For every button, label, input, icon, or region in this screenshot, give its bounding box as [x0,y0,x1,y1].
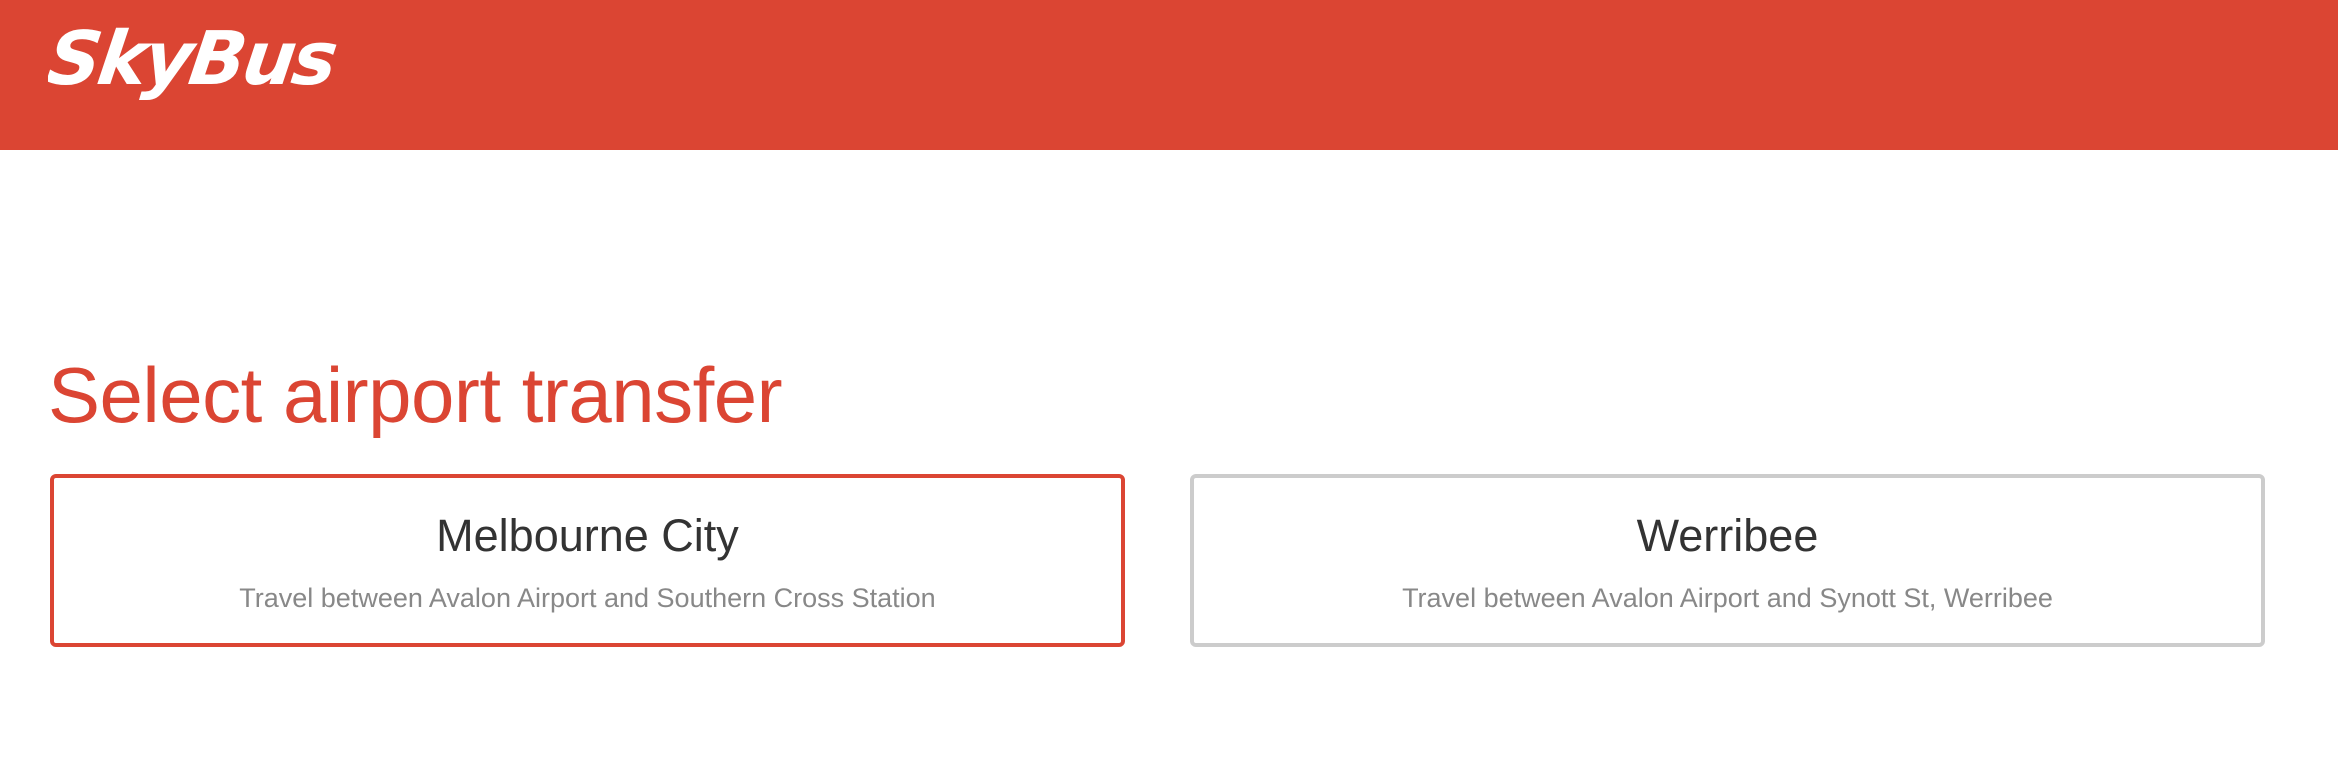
route-description: Travel between Avalon Airport and Synott… [1402,583,2053,613]
route-name: Werribee [1636,510,1819,561]
route-name: Melbourne City [436,510,739,561]
page-title: Select airport transfer [48,351,783,439]
route-option-werribee[interactable]: Werribee Travel between Avalon Airport a… [1190,474,2265,647]
skybus-logo[interactable]: SkyBus [48,18,438,110]
svg-text:SkyBus: SkyBus [48,18,341,102]
route-description: Travel between Avalon Airport and Southe… [239,583,936,613]
route-option-melbourne-city[interactable]: Melbourne City Travel between Avalon Air… [50,474,1125,647]
site-header: SkyBus [0,0,2338,150]
